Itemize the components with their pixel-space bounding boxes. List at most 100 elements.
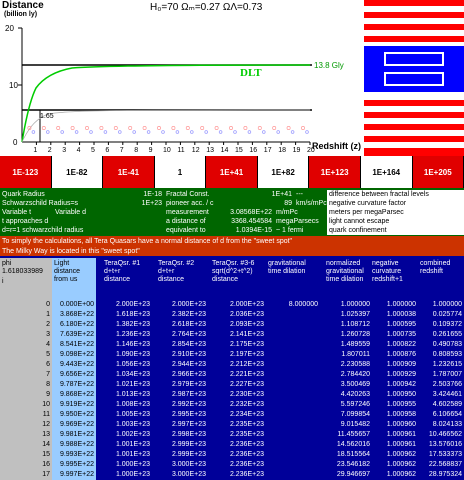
- table-cell: 29.946697: [336, 471, 370, 478]
- table-cell: 1.025397: [340, 311, 370, 318]
- table-cell: 16: [42, 461, 50, 468]
- table-cell: 10.466562: [428, 431, 462, 438]
- table-cell: 3: [46, 331, 50, 338]
- white-box: [384, 72, 444, 86]
- column-header: normalized gravitational time dilation: [326, 260, 364, 283]
- table-cell: 17.533373: [428, 451, 462, 458]
- marker-dot: [243, 126, 248, 130]
- marker-dot: [233, 130, 237, 134]
- info-row: t approaches d a distance of 3368.454584…: [0, 217, 464, 226]
- table-cell: 1.000038: [386, 311, 416, 318]
- info-label: t approaches d: [2, 218, 49, 225]
- info-value: 1E-18: [143, 191, 162, 198]
- table-cell: 8.000000: [288, 301, 318, 308]
- table-cell: 9.015482: [340, 421, 370, 428]
- table-cell: 2.854E+23: [171, 341, 206, 348]
- table-cell: 7: [46, 371, 50, 378]
- x-tick-label: 1: [33, 147, 37, 154]
- table-row: 1 3.868E+22 1.618E+23 2.382E+23 2.036E+23 1.0…: [0, 310, 464, 320]
- table-row: 12 9.969E+22 1.003E+23 2.997E+23 2.235E+23 9.…: [0, 420, 464, 430]
- table-cell: 1.000961: [386, 431, 416, 438]
- note-line: To simply the calculations, all Tera Qua…: [0, 238, 464, 246]
- table-cell: 3.500469: [340, 381, 370, 388]
- x-tick-label: 19: [293, 147, 301, 154]
- table-cell: 9.981E+22: [52, 430, 96, 440]
- table-cell: 2.232E+23: [229, 401, 264, 408]
- cosmology-parameters: H₀=70 Ωₘ=0.27 ΩΛ=0.73: [150, 2, 263, 13]
- table-cell: 4: [46, 341, 50, 348]
- info-label: measurement: [166, 209, 209, 216]
- table-cell: 1.090E+23: [115, 351, 150, 358]
- table-cell: 1.236E+23: [115, 331, 150, 338]
- table-cell: 3.000E+23: [171, 471, 206, 478]
- marker-dot: [46, 130, 50, 134]
- marker-dot: [157, 126, 161, 130]
- info-description: difference between fractal levels: [327, 190, 464, 199]
- table-cell: 2.197E+23: [229, 351, 264, 358]
- table-cell: 3.424461: [432, 391, 462, 398]
- table-cell: 1.000942: [386, 381, 416, 388]
- info-description: meters per megaParsec: [327, 208, 464, 217]
- y-tick-label: 10: [9, 81, 18, 90]
- table-cell: 3.000E+23: [171, 461, 206, 468]
- red-stripe: [364, 124, 464, 130]
- x-tick-label: 16: [249, 147, 257, 154]
- table-cell: 0.261655: [432, 331, 462, 338]
- table-cell: 22.568837: [428, 461, 462, 468]
- distance-chart: 1 2 3 4 5 6 7 8 9 10 11 12 13 14 15 16 17 18 19 20 20 10 0 …: [0, 0, 364, 156]
- table-cell: 1.618E+23: [115, 311, 150, 318]
- marker-dot: [60, 130, 64, 134]
- phi-value: 1.618033989: [2, 268, 43, 275]
- x-tick-label: 17: [264, 147, 272, 154]
- table-cell: 2.999E+23: [171, 451, 206, 458]
- info-label: a distance of: [166, 218, 206, 225]
- x-tick-label: 10: [163, 147, 171, 154]
- table-cell: 2: [46, 321, 50, 328]
- table-cell: 1.232615: [432, 361, 462, 368]
- table-cell: 2.000E+23: [171, 301, 206, 308]
- table-row: 11 9.950E+22 1.005E+23 2.995E+23 2.234E+23 7.…: [0, 410, 464, 420]
- x-tick-label: 6: [105, 147, 109, 154]
- asymptote-label: 13.8 Gly: [314, 61, 344, 70]
- table-cell: 1.000909: [386, 361, 416, 368]
- table-cell: 6: [46, 361, 50, 368]
- table-cell: 2.995E+23: [171, 411, 206, 418]
- table-cell: 1.000950: [386, 391, 416, 398]
- table-row: 15 9.993E+22 1.001E+23 2.999E+23 2.236E+23 18…: [0, 450, 464, 460]
- table-cell: 1.000961: [386, 441, 416, 448]
- table-cell: 2.036E+23: [229, 311, 264, 318]
- x-tick-label: 12: [192, 147, 200, 154]
- marker-dot: [229, 126, 233, 130]
- marker-dot: [85, 126, 89, 130]
- table-cell: 2.236E+23: [229, 451, 264, 458]
- red-stripe: [364, 136, 464, 142]
- reference-curve: [21, 109, 311, 143]
- column-header: TeraQsr. #2 d+t+r distance: [158, 260, 195, 283]
- table-cell: 0.490783: [432, 341, 462, 348]
- marker-dot: [89, 130, 93, 134]
- table-cell: 10: [42, 401, 50, 408]
- info-row: d=r=1 schwarzchild radius equivalent to …: [0, 226, 464, 235]
- table-row: 7 9.656E+22 1.034E+23 2.966E+23 2.221E+23 2.7…: [0, 370, 464, 380]
- table-cell: 1.000962: [386, 451, 416, 458]
- table-cell: 2.000E+23: [115, 301, 150, 308]
- table-cell: 14: [42, 441, 50, 448]
- table-cell: 9.443E+22: [52, 360, 96, 370]
- info-label: equivalent to: [166, 227, 206, 234]
- table-cell: 2.764E+23: [171, 331, 206, 338]
- table-cell: 2.236E+23: [229, 461, 264, 468]
- table-cell: 9.969E+22: [52, 420, 96, 430]
- table-cell: 2.992E+23: [171, 401, 206, 408]
- x-tick-label: 13: [206, 147, 214, 154]
- table-cell: 6.180E+22: [52, 320, 96, 330]
- info-description: negative curvature factor: [327, 199, 464, 208]
- table-cell: 2.236E+23: [229, 471, 264, 478]
- phi-label: phi: [2, 260, 12, 267]
- marker-dot: [171, 126, 176, 130]
- info-unit: megaParsecs: [276, 218, 319, 225]
- table-cell: 1.056E+23: [115, 361, 150, 368]
- table-cell: 4.420263: [340, 391, 370, 398]
- table-row: 16 9.995E+22 1.000E+23 3.000E+23 2.236E+23 23…: [0, 460, 464, 470]
- exponent-cell: 1E+123: [309, 156, 361, 188]
- red-stripe: [364, 12, 464, 18]
